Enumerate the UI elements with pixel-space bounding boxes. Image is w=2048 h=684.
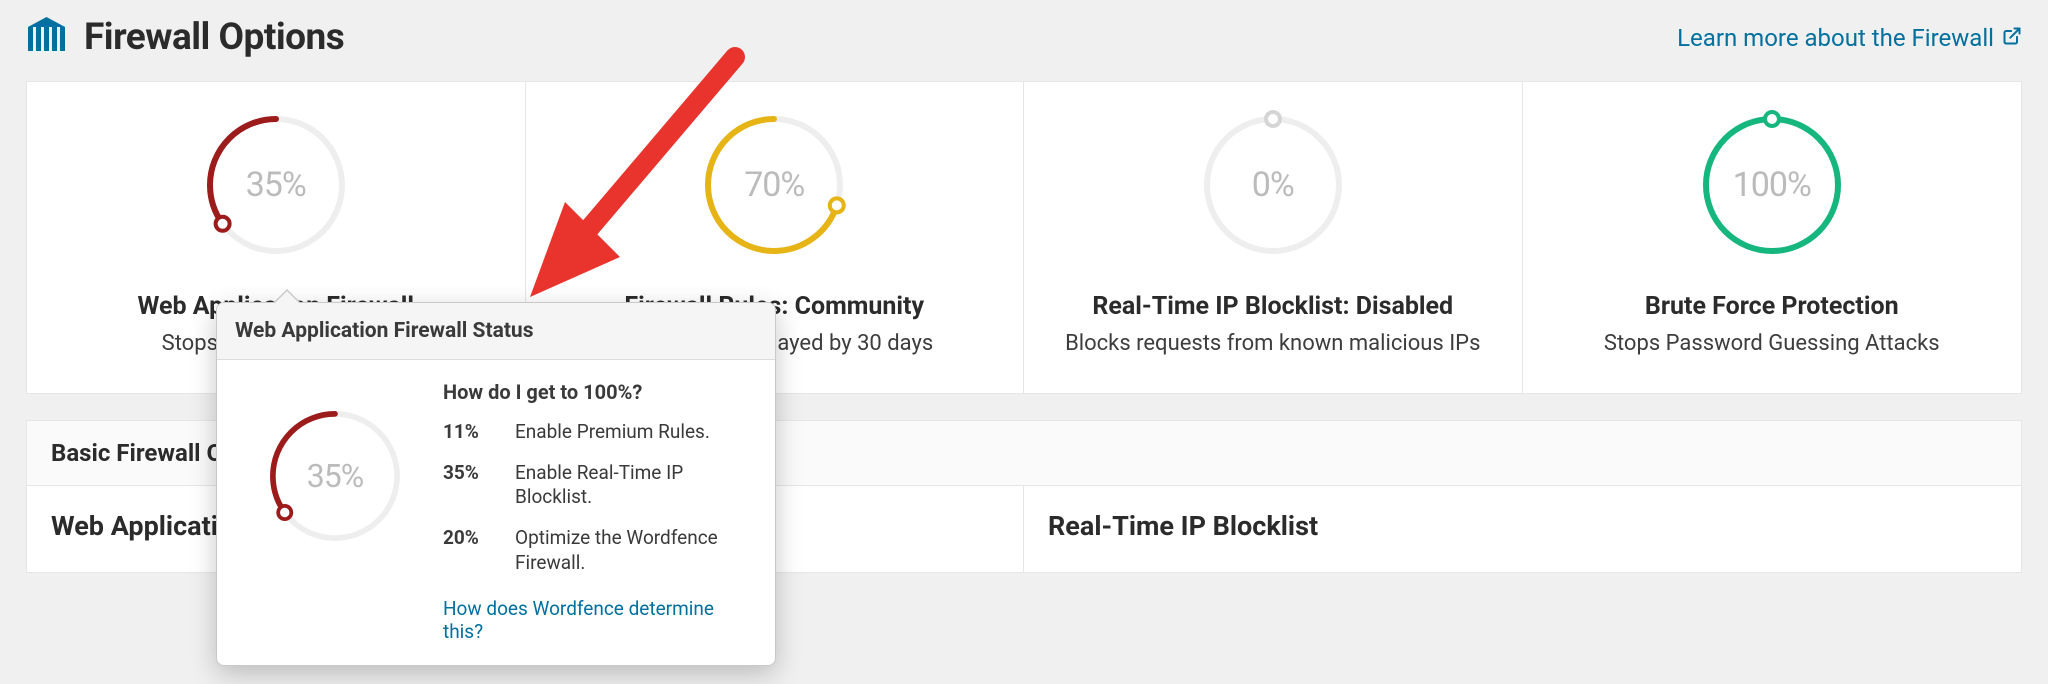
popover-gauge-pct: 35% bbox=[255, 396, 415, 556]
popover-item-desc: Enable Real-Time IP Blocklist. bbox=[515, 461, 757, 510]
card-title: Brute Force Protection bbox=[1535, 292, 2010, 321]
popover-question: How do I get to 100%? bbox=[443, 380, 757, 404]
card-title: Real-Time IP Blocklist: Disabled bbox=[1036, 292, 1510, 321]
popover-item-pct: 20% bbox=[443, 526, 491, 575]
card-subtitle: Blocks requests from known malicious IPs bbox=[1036, 329, 1510, 359]
popover-help-link[interactable]: How does Wordfence determine this? bbox=[443, 597, 757, 643]
popover-item-desc: Enable Premium Rules. bbox=[515, 420, 757, 445]
gauge-pct: 0% bbox=[1188, 100, 1358, 270]
popover-item: 35% Enable Real-Time IP Blocklist. bbox=[443, 461, 757, 510]
gauge-pct: 100% bbox=[1687, 100, 1857, 270]
gauge-waf: 35% bbox=[191, 100, 361, 270]
blocklist-title: Real-Time IP Blocklist bbox=[1048, 510, 1997, 542]
popover-item-desc: Optimize the Wordfence Firewall. bbox=[515, 526, 757, 575]
popover-item: 20% Optimize the Wordfence Firewall. bbox=[443, 526, 757, 575]
card-brute-force[interactable]: 100% Brute Force Protection Stops Passwo… bbox=[1523, 82, 2022, 393]
gauge-brute: 100% bbox=[1687, 100, 1857, 270]
page-title: Firewall Options bbox=[84, 16, 344, 59]
gauge-blocklist: 0% bbox=[1188, 100, 1358, 270]
learn-more-link[interactable]: Learn more about the Firewall bbox=[1677, 24, 2022, 52]
gauge-rules: 70% bbox=[689, 100, 859, 270]
blocklist-col: Real-Time IP Blocklist bbox=[1024, 486, 2021, 572]
card-subtitle: Stops Password Guessing Attacks bbox=[1535, 329, 2010, 359]
popover-gauge: 35% bbox=[255, 396, 415, 556]
popover-title: Web Application Firewall Status bbox=[217, 303, 775, 360]
external-link-icon bbox=[2002, 24, 2022, 52]
shield-icon bbox=[26, 17, 70, 59]
waf-status-popover: Web Application Firewall Status 35% How … bbox=[216, 302, 776, 666]
gauge-pct: 70% bbox=[689, 100, 859, 270]
popover-item-pct: 11% bbox=[443, 420, 491, 445]
learn-more-text: Learn more about the Firewall bbox=[1677, 24, 1994, 52]
popover-item-pct: 35% bbox=[443, 461, 491, 510]
card-blocklist[interactable]: 0% Real-Time IP Blocklist: Disabled Bloc… bbox=[1024, 82, 1523, 393]
gauge-pct: 35% bbox=[191, 100, 361, 270]
popover-item: 11% Enable Premium Rules. bbox=[443, 420, 757, 445]
